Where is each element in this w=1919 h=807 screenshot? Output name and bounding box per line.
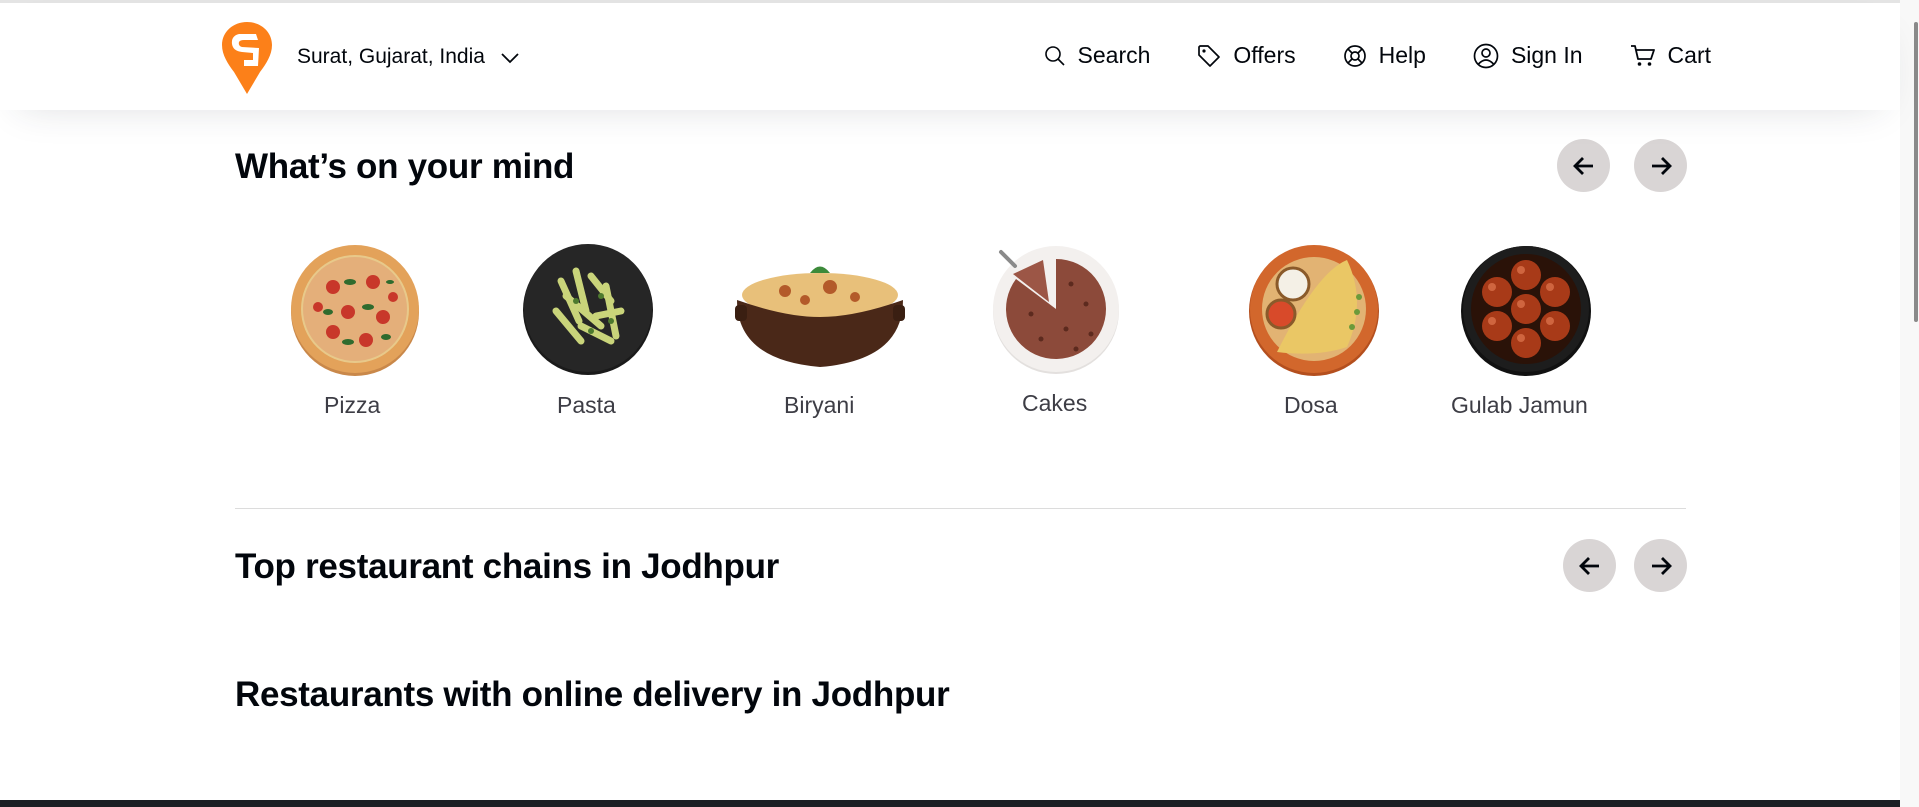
- chains-prev-button[interactable]: [1563, 539, 1616, 592]
- dish-label-gulab-jamun: Gulab Jamun: [1451, 392, 1588, 418]
- cart-icon: [1630, 44, 1655, 66]
- search-icon: [1044, 45, 1065, 66]
- pizza-image: [291, 245, 419, 376]
- arrow-left-icon: [1578, 556, 1599, 575]
- dish-label-pizza: Pizza: [324, 392, 381, 418]
- dish-pasta[interactable]: [521, 241, 655, 375]
- nav-search-label: Search: [1077, 42, 1151, 68]
- dish-label-dosa: Dosa: [1284, 392, 1338, 418]
- offers-tag-icon: [1198, 44, 1221, 67]
- help-lifebuoy-icon: [1343, 44, 1366, 67]
- location-selector[interactable]: Surat, Gujarat, India: [297, 45, 519, 69]
- dish-gulab-jamun[interactable]: [1459, 242, 1593, 376]
- cakes-image: [993, 246, 1119, 374]
- section-divider: [235, 508, 1686, 509]
- location-text: Surat, Gujarat, India: [297, 45, 485, 68]
- scrollbar-thumb[interactable]: [1914, 22, 1918, 322]
- swiggy-logo-icon[interactable]: [222, 22, 272, 94]
- arrow-right-icon: [1651, 556, 1672, 575]
- dish-label-biryani: Biryani: [784, 392, 855, 418]
- mind-prev-button[interactable]: [1557, 139, 1610, 192]
- nav-help-label: Help: [1378, 42, 1426, 68]
- pasta-image: [523, 244, 653, 375]
- header-nav: Search Offers Help Sign In Cart: [1044, 42, 1711, 69]
- section-title-whats-on-your-mind: What’s on your mind: [235, 147, 575, 186]
- arrow-left-icon: [1572, 156, 1593, 175]
- nav-sign-in[interactable]: Sign In: [1473, 42, 1583, 69]
- gulab-jamun-image: [1461, 246, 1591, 376]
- nav-help[interactable]: Help: [1343, 42, 1426, 69]
- section-title-top-restaurant-chains: Top restaurant chains in Jodhpur: [235, 547, 779, 586]
- dosa-image: [1249, 245, 1379, 376]
- nav-search[interactable]: Search: [1044, 42, 1151, 69]
- dish-pizza[interactable]: [288, 242, 422, 376]
- arrow-right-icon: [1651, 156, 1672, 175]
- nav-cart-label: Cart: [1667, 42, 1711, 68]
- section-title-online-delivery: Restaurants with online delivery in Jodh…: [235, 675, 950, 714]
- nav-offers[interactable]: Offers: [1197, 42, 1296, 69]
- dish-dosa[interactable]: [1247, 242, 1381, 376]
- dish-label-pasta: Pasta: [557, 392, 616, 418]
- nav-offers-label: Offers: [1233, 42, 1296, 68]
- dish-cakes[interactable]: [991, 244, 1121, 374]
- footer-bar: [0, 800, 1900, 807]
- chevron-down-icon: [501, 53, 519, 64]
- site-header: Surat, Gujarat, India Search Offers Help…: [0, 3, 1900, 110]
- dish-biryani[interactable]: [735, 255, 905, 375]
- nav-cart[interactable]: Cart: [1630, 42, 1711, 69]
- dish-label-cakes: Cakes: [1022, 390, 1088, 416]
- chains-next-button[interactable]: [1634, 539, 1687, 592]
- mind-next-button[interactable]: [1634, 139, 1687, 192]
- user-icon: [1473, 43, 1499, 68]
- biryani-image: [735, 266, 905, 367]
- nav-sign-in-label: Sign In: [1510, 42, 1583, 68]
